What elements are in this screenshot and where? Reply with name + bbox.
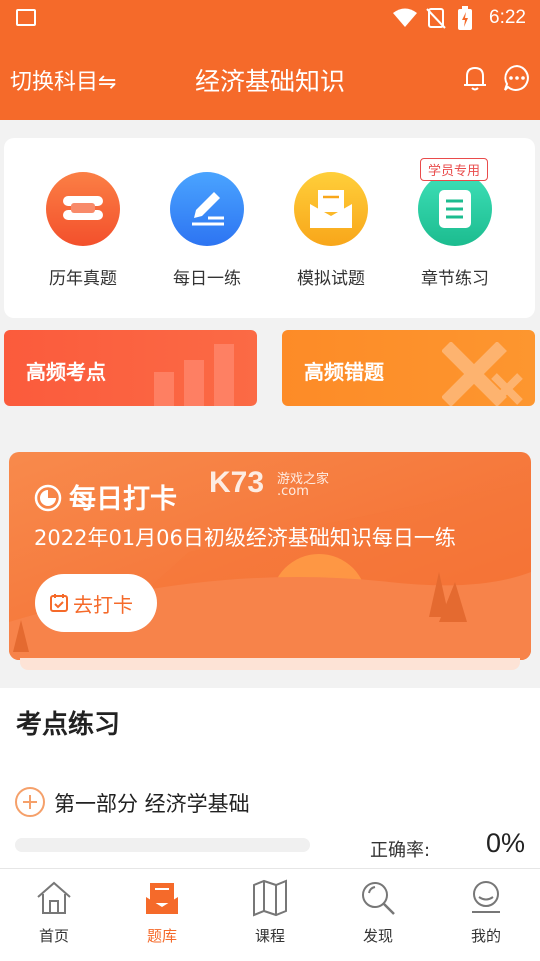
go-checkin-button[interactable]: 去打卡 — [35, 574, 157, 632]
grid-item-mock-exams[interactable]: 模拟试题 — [276, 172, 386, 289]
page-title: 经济基础知识 — [194, 67, 345, 96]
high-frequency-points-button[interactable]: 高频考点 — [4, 330, 257, 406]
checkin-card-shadow — [20, 658, 520, 670]
tab-home[interactable]: 首页 — [0, 879, 108, 946]
grid-item-label: 模拟试题 — [297, 269, 365, 289]
message-icon[interactable] — [502, 63, 532, 93]
tab-question-bank[interactable]: 题库 — [108, 879, 216, 946]
bottom-tab-bar: 首页 题库 课程 发现 我的 — [0, 868, 540, 961]
document-icon: 学员专用 — [418, 158, 492, 246]
grid-item-chapter-practice[interactable]: 学员专用 章节练习 — [400, 158, 510, 289]
grid-item-past-exams[interactable]: 历年真题 — [28, 172, 138, 289]
wifi-icon — [393, 8, 417, 27]
grid-item-label: 每日一练 — [173, 269, 241, 289]
question-bank-icon — [146, 883, 178, 914]
progress-bar — [15, 838, 310, 852]
app-header: 切换科目⇋ 经济基础知识 — [0, 36, 540, 120]
checkin-icon — [34, 484, 62, 512]
tab-profile[interactable]: 我的 — [432, 879, 540, 946]
clock: 6:22 — [489, 7, 526, 28]
battery-icon — [458, 6, 472, 30]
daily-checkin-card: 每日打卡 K73 游戏之家 .com 2022年01月06日初级经济基础知识每日… — [9, 452, 531, 660]
cross-icon — [442, 342, 523, 406]
high-frequency-errors-button[interactable]: 高频错题 — [282, 330, 535, 406]
status-bar: 6:22 — [0, 0, 540, 36]
tab-discover[interactable]: 发现 — [324, 879, 432, 946]
practice-section: 考点练习 第一部分 经济学基础 正确率: 0% — [0, 688, 540, 868]
tab-courses[interactable]: 课程 — [216, 879, 324, 946]
mail-icon — [294, 172, 368, 246]
profile-icon — [472, 881, 500, 913]
accuracy-label: 正确率: — [370, 840, 431, 861]
grid-item-label: 章节练习 — [421, 269, 489, 289]
accuracy-value: 0% — [486, 828, 526, 858]
gallery-icon — [16, 9, 36, 26]
bell-icon[interactable] — [460, 63, 490, 93]
book-icon — [253, 879, 287, 917]
practice-item-title[interactable]: 第一部分 经济学基础 — [54, 788, 250, 818]
grid-item-daily-practice[interactable]: 每日一练 — [152, 172, 262, 289]
past-exams-icon — [46, 172, 120, 246]
watermark-logo: K73 游戏之家 .com — [209, 466, 330, 499]
banner-label: 高频错题 — [304, 360, 384, 384]
section-title: 考点练习 — [16, 710, 121, 740]
expand-plus-icon[interactable] — [14, 786, 46, 818]
feature-grid: 历年真题 每日一练 模拟试题 学员专用 章节练习 — [4, 138, 535, 318]
banner-label: 高频考点 — [26, 360, 106, 384]
checkin-title: 每日打卡 — [69, 484, 177, 515]
go-checkin-label: 去打卡 — [73, 593, 133, 617]
grid-item-label: 历年真题 — [49, 269, 117, 289]
home-icon — [37, 881, 71, 914]
calendar-icon — [50, 594, 68, 612]
search-icon — [362, 882, 395, 915]
no-signal-icon — [426, 8, 446, 29]
checkin-subtitle: 2022年01月06日初级经济基础知识每日一练 — [34, 526, 456, 550]
pen-icon — [170, 172, 244, 246]
bar-chart-icon — [154, 344, 234, 406]
